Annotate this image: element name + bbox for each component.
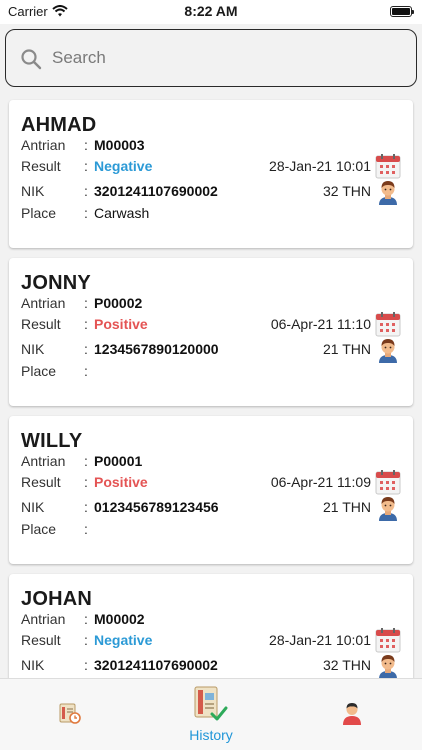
search-icon bbox=[21, 49, 42, 70]
history-card[interactable]: JOHAN Antrian : M00002 Result : Negative… bbox=[9, 574, 413, 678]
nik-value: 0123456789123456 bbox=[94, 499, 219, 515]
tab-history-label: History bbox=[189, 727, 233, 743]
result-value: Positive bbox=[94, 474, 148, 490]
colon: : bbox=[84, 341, 88, 357]
nik-value: 1234567890120000 bbox=[94, 341, 219, 357]
nik-label: NIK bbox=[21, 499, 45, 515]
battery-icon bbox=[390, 6, 414, 17]
age-value: 32 THN bbox=[323, 183, 371, 199]
antrian-value: P00001 bbox=[94, 453, 143, 469]
antrian-value: M00003 bbox=[94, 137, 145, 153]
colon: : bbox=[84, 521, 88, 537]
result-value: Positive bbox=[94, 316, 148, 332]
calendar-icon bbox=[375, 628, 401, 653]
patient-name: AHMAD bbox=[21, 114, 97, 136]
calendar-icon bbox=[375, 312, 401, 337]
tab-queue[interactable] bbox=[0, 679, 140, 750]
result-value: Negative bbox=[94, 632, 153, 648]
age-value: 21 THN bbox=[323, 341, 371, 357]
colon: : bbox=[84, 632, 88, 648]
colon: : bbox=[84, 183, 88, 199]
bottom-tab-bar: History bbox=[0, 678, 422, 750]
colon: : bbox=[84, 295, 88, 311]
place-value: Carwash bbox=[94, 205, 150, 221]
age-value: 32 THN bbox=[323, 657, 371, 673]
antrian-label: Antrian bbox=[21, 453, 66, 469]
colon: : bbox=[84, 158, 88, 174]
result-label: Result bbox=[21, 632, 61, 648]
colon: : bbox=[84, 363, 88, 379]
tab-profile[interactable] bbox=[282, 679, 422, 750]
status-time: 8:22 AM bbox=[184, 3, 238, 19]
status-bar: Carrier 8:22 AM bbox=[0, 0, 422, 24]
nik-label: NIK bbox=[21, 183, 45, 199]
result-value: Negative bbox=[94, 158, 153, 174]
patient-name: WILLY bbox=[21, 430, 83, 452]
profile-icon bbox=[343, 703, 361, 725]
male-avatar-icon bbox=[379, 339, 397, 363]
colon: : bbox=[84, 453, 88, 469]
history-list[interactable]: AHMAD Antrian : M00003 Result : Negative… bbox=[0, 90, 422, 678]
history-card[interactable]: AHMAD Antrian : M00003 Result : Negative… bbox=[9, 100, 413, 248]
history-card[interactable]: JONNY Antrian : P00002 Result : Positive… bbox=[9, 258, 413, 406]
search-bar[interactable] bbox=[5, 29, 417, 87]
calendar-icon bbox=[375, 154, 401, 179]
male-avatar-icon bbox=[379, 655, 397, 678]
antrian-value: M00002 bbox=[94, 611, 145, 627]
colon: : bbox=[84, 316, 88, 332]
colon: : bbox=[84, 657, 88, 673]
nik-label: NIK bbox=[21, 341, 45, 357]
colon: : bbox=[84, 474, 88, 490]
nik-label: NIK bbox=[21, 657, 45, 673]
tab-history[interactable]: History bbox=[141, 679, 281, 750]
place-label: Place bbox=[21, 363, 57, 379]
antrian-label: Antrian bbox=[21, 611, 66, 627]
search-input[interactable] bbox=[52, 44, 402, 72]
test-date: 28-Jan-21 10:01 bbox=[269, 158, 371, 174]
male-avatar-icon bbox=[379, 497, 397, 521]
queue-history-icon bbox=[59, 703, 81, 724]
test-date: 06-Apr-21 11:10 bbox=[270, 316, 371, 332]
history-card[interactable]: WILLY Antrian : P00001 Result : Positive… bbox=[9, 416, 413, 564]
result-label: Result bbox=[21, 474, 61, 490]
result-label: Result bbox=[21, 158, 61, 174]
nik-value: 3201241107690002 bbox=[94, 657, 218, 673]
patient-name: JONNY bbox=[21, 272, 91, 294]
test-date: 28-Jan-21 10:01 bbox=[269, 632, 371, 648]
result-label: Result bbox=[21, 316, 61, 332]
colon: : bbox=[84, 499, 88, 515]
colon: : bbox=[84, 205, 88, 221]
nik-value: 3201241107690002 bbox=[94, 183, 218, 199]
colon: : bbox=[84, 137, 88, 153]
age-value: 21 THN bbox=[323, 499, 371, 515]
antrian-value: P00002 bbox=[94, 295, 143, 311]
antrian-label: Antrian bbox=[21, 137, 66, 153]
history-check-icon bbox=[194, 686, 228, 721]
calendar-icon bbox=[375, 470, 401, 495]
patient-name: JOHAN bbox=[21, 588, 93, 610]
place-label: Place bbox=[21, 521, 57, 537]
colon: : bbox=[84, 611, 88, 627]
place-label: Place bbox=[21, 205, 57, 221]
test-date: 06-Apr-21 11:09 bbox=[270, 474, 371, 490]
male-avatar-icon bbox=[379, 181, 397, 205]
antrian-label: Antrian bbox=[21, 295, 66, 311]
